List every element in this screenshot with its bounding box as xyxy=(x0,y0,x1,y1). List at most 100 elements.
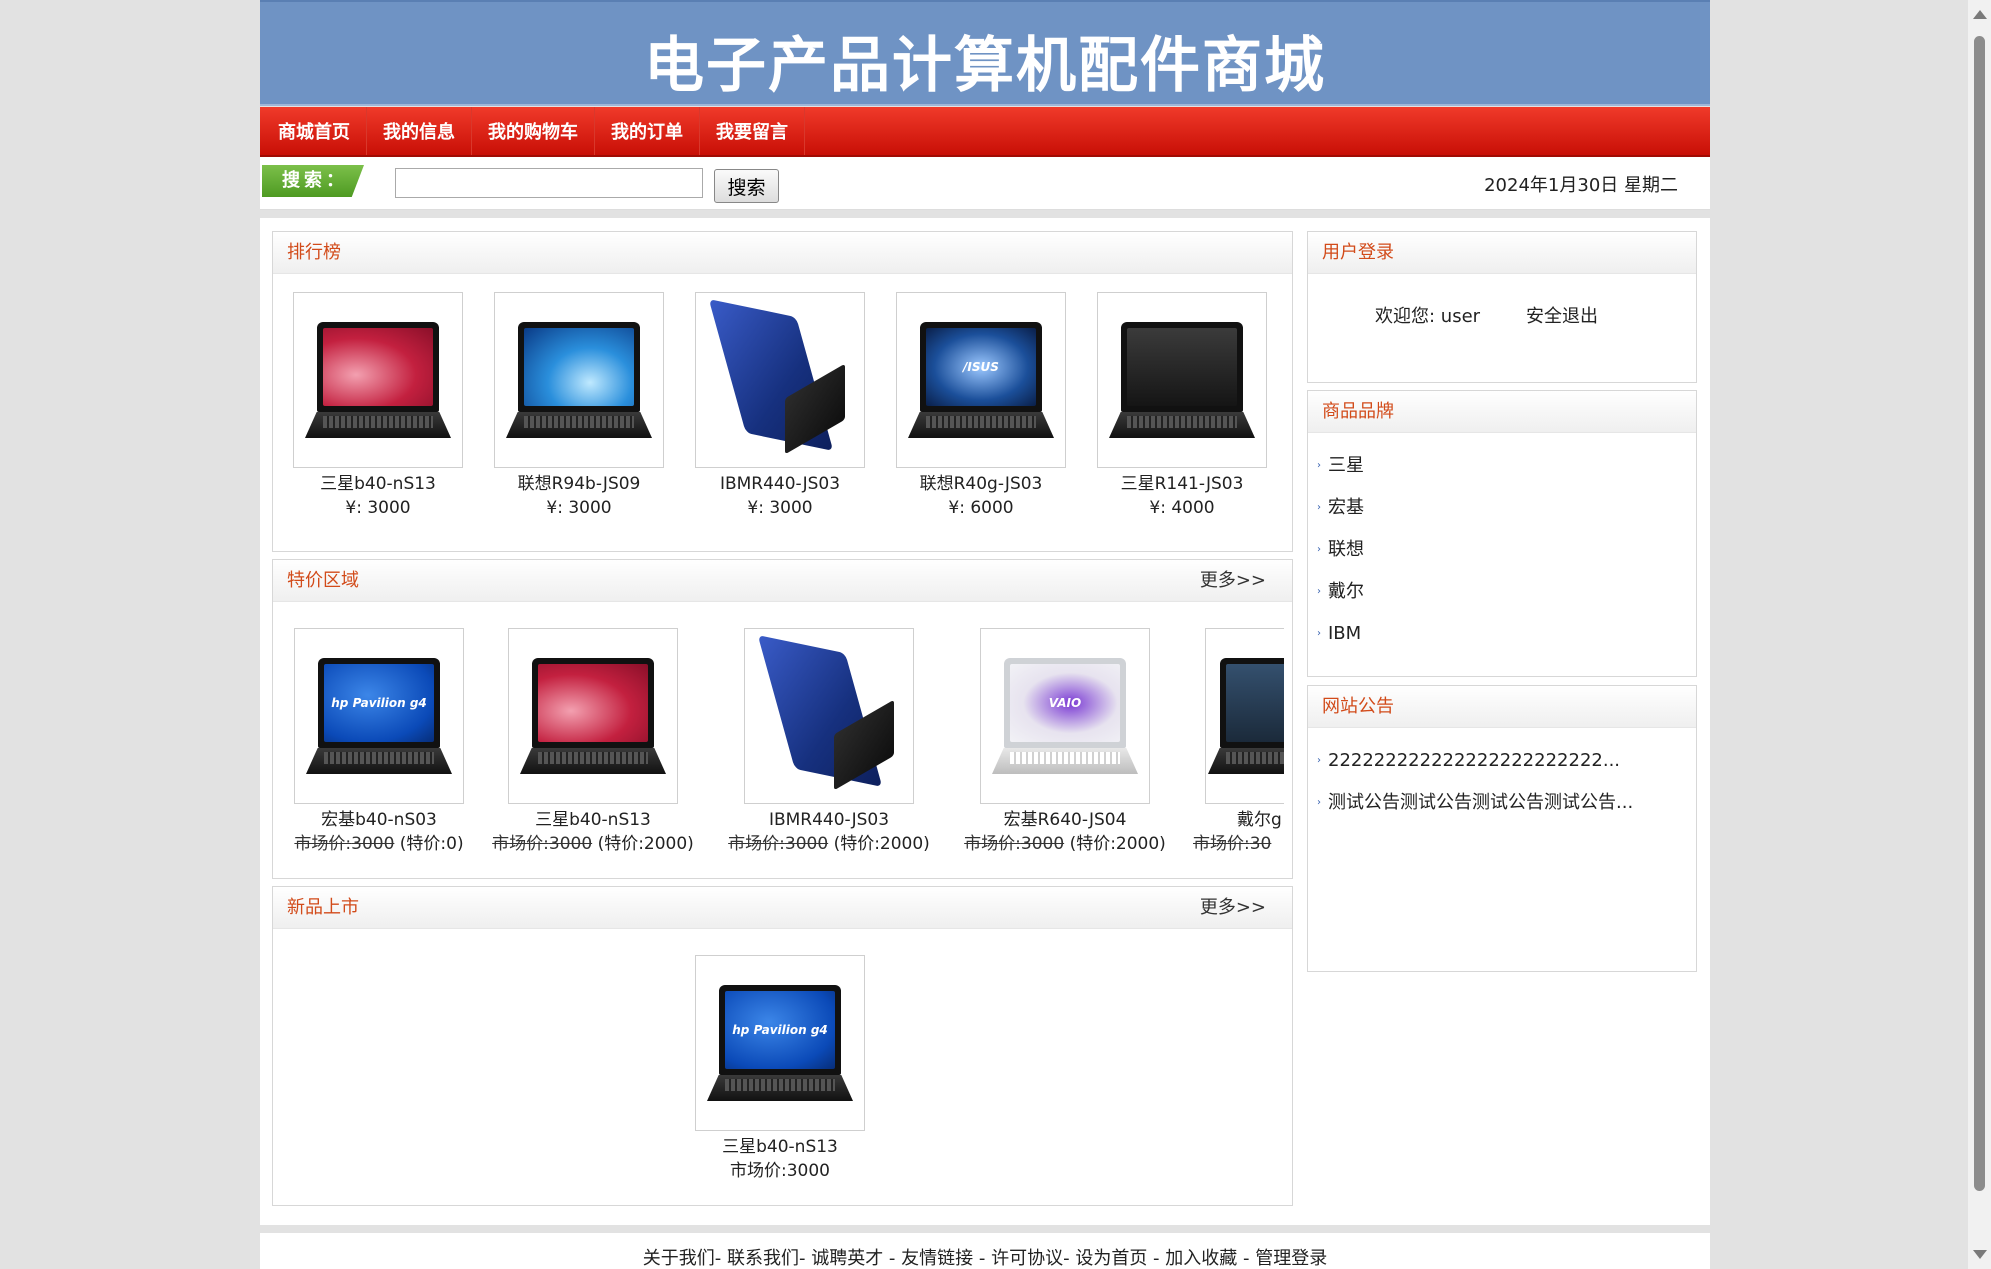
product-name[interactable]: 三星b40-nS13 xyxy=(291,472,465,496)
product-price: 市场价:3000 (特价:2000) xyxy=(955,832,1175,856)
new-arrivals-panel: 新品上市 更多>> hp Pavilion g4 三星b40-nS13 市场价:… xyxy=(272,886,1293,1206)
special-list: hp Pavilion g4 宏基b40-nS03 市场价:3000 (特价:0… xyxy=(273,602,1284,877)
site-title: 电子产品计算机配件商城 xyxy=(644,31,1326,101)
product-card[interactable]: /ISUS 联想R40g-JS03 ¥: 6000 xyxy=(894,292,1068,520)
ranking-title: 排行榜 xyxy=(287,242,341,263)
product-price: ¥: 3000 xyxy=(546,498,612,518)
footer-link-friends[interactable]: 友情链接 xyxy=(901,1248,973,1269)
logout-link[interactable]: 安全退出 xyxy=(1526,302,1598,328)
special-title: 特价区域 xyxy=(287,570,359,591)
scroll-down-arrow-icon[interactable] xyxy=(1973,1250,1987,1259)
product-card[interactable]: IBMR440-JS03 ¥: 3000 xyxy=(693,292,867,520)
special-price: (特价:2000) xyxy=(597,834,694,854)
scroll-thumb[interactable] xyxy=(1974,36,1985,1191)
brand-item[interactable]: › 戴尔 xyxy=(1308,571,1696,613)
product-price: ¥: 6000 xyxy=(948,498,1014,518)
market-price: 市场价:3000 xyxy=(964,834,1065,854)
product-image[interactable] xyxy=(695,292,865,468)
laptop-image-icon: VAIO xyxy=(990,652,1140,780)
bullet-arrow-icon: › xyxy=(1317,460,1321,471)
search-input[interactable] xyxy=(395,168,703,198)
product-price: 市场价:3000 (特价:2000) xyxy=(719,832,939,856)
vertical-scrollbar[interactable] xyxy=(1968,0,1991,1269)
product-image[interactable] xyxy=(1205,628,1284,804)
footer-link-set-home[interactable]: 设为首页 xyxy=(1075,1248,1147,1269)
product-card[interactable]: hp Pavilion g4 三星b40-nS13 市场价:3000 xyxy=(693,955,867,1183)
product-image[interactable] xyxy=(293,292,463,468)
nav-leave-message[interactable]: 我要留言 xyxy=(700,107,805,155)
product-name[interactable]: 三星b40-nS13 xyxy=(483,808,703,832)
notices-panel: 网站公告 › 222222222222222222222222... › 测试公告测… xyxy=(1307,685,1697,972)
footer-link-about[interactable]: 关于我们 xyxy=(643,1248,715,1269)
brand-item[interactable]: › IBM xyxy=(1308,613,1696,655)
laptop-image-icon xyxy=(504,316,654,444)
nav-my-orders[interactable]: 我的订单 xyxy=(595,107,700,155)
notice-item[interactable]: › 222222222222222222222222... xyxy=(1308,740,1696,782)
market-price: 市场价:3000 xyxy=(492,834,593,854)
scroll-up-arrow-icon[interactable] xyxy=(1973,10,1987,19)
product-image[interactable] xyxy=(494,292,664,468)
product-card[interactable]: 三星R141-JS03 ¥: 4000 xyxy=(1095,292,1269,520)
bullet-arrow-icon: › xyxy=(1317,755,1321,766)
nav-my-info[interactable]: 我的信息 xyxy=(367,107,472,155)
footer-link-careers[interactable]: 诚聘英才 xyxy=(811,1248,883,1269)
product-image[interactable] xyxy=(1097,292,1267,468)
notices-title: 网站公告 xyxy=(1322,696,1394,717)
product-name[interactable]: IBMR440-JS03 xyxy=(719,808,939,832)
product-image[interactable] xyxy=(744,628,914,804)
bullet-arrow-icon: › xyxy=(1317,502,1321,513)
ranking-panel: 排行榜 三星b40-nS13 ¥: 3000 联想R94b-JS09 ¥: 30… xyxy=(272,231,1293,552)
site-footer: 关于我们- 联系我们- 诚聘英才 - 友情链接 - 许可协议- 设为首页 - 加… xyxy=(260,1233,1710,1269)
product-image[interactable]: hp Pavilion g4 xyxy=(695,955,865,1131)
bullet-arrow-icon: › xyxy=(1317,544,1321,555)
brands-title: 商品品牌 xyxy=(1322,401,1394,422)
welcome-text: 欢迎您: user xyxy=(1375,306,1481,327)
product-name[interactable]: IBMR440-JS03 xyxy=(693,472,867,496)
notice-item[interactable]: › 测试公告测试公告测试公告测试公告... xyxy=(1308,782,1696,824)
product-card[interactable]: 联想R94b-JS09 ¥: 3000 xyxy=(492,292,666,520)
footer-link-admin[interactable]: 管理登录 xyxy=(1255,1248,1327,1269)
site-banner: 电子产品计算机配件商城 xyxy=(260,0,1710,106)
product-card[interactable]: VAIO 宏基R640-JS04 市场价:3000 (特价:2000) xyxy=(955,628,1175,856)
product-price: ¥: 3000 xyxy=(747,498,813,518)
special-more-link[interactable]: 更多>> xyxy=(1200,560,1266,602)
brand-item[interactable]: › 宏基 xyxy=(1308,487,1696,529)
brands-panel-header: 商品品牌 xyxy=(1308,391,1696,433)
product-image[interactable]: VAIO xyxy=(980,628,1150,804)
special-price: (特价:0) xyxy=(399,834,464,854)
product-name[interactable]: 三星b40-nS13 xyxy=(693,1135,867,1159)
laptop-image-icon xyxy=(1107,316,1257,444)
product-card[interactable]: 三星b40-nS13 ¥: 3000 xyxy=(291,292,465,520)
footer-link-contact[interactable]: 联系我们 xyxy=(727,1248,799,1269)
product-card[interactable]: hp Pavilion g4 宏基b40-nS03 市场价:3000 (特价:0… xyxy=(281,628,477,856)
product-name[interactable]: 戴尔g xyxy=(1193,808,1284,832)
nav-home[interactable]: 商城首页 xyxy=(260,107,367,155)
product-image[interactable] xyxy=(508,628,678,804)
brands-panel: 商品品牌 › 三星 › 宏基 › 联想 › 戴尔 › IBM xyxy=(1307,390,1697,677)
brand-item[interactable]: › 三星 xyxy=(1308,445,1696,487)
nav-my-cart[interactable]: 我的购物车 xyxy=(472,107,595,155)
product-card[interactable]: 三星b40-nS13 市场价:3000 (特价:2000) xyxy=(483,628,703,856)
search-button[interactable]: 搜索 xyxy=(714,169,779,203)
login-title: 用户登录 xyxy=(1322,242,1394,263)
user-login-panel: 用户登录 欢迎您: user 安全退出 xyxy=(1307,231,1697,383)
new-arrivals-more-link[interactable]: 更多>> xyxy=(1200,887,1266,929)
footer-link-license[interactable]: 许可协议 xyxy=(991,1248,1063,1269)
product-name[interactable]: 联想R40g-JS03 xyxy=(894,472,1068,496)
bullet-arrow-icon: › xyxy=(1317,628,1321,639)
product-name[interactable]: 宏基R640-JS04 xyxy=(955,808,1175,832)
product-card-partial[interactable]: 戴尔g 市场价:30 xyxy=(1193,628,1284,856)
laptop-image-icon xyxy=(518,652,668,780)
product-card[interactable]: IBMR440-JS03 市场价:3000 (特价:2000) xyxy=(719,628,939,856)
laptop-closed-image-icon xyxy=(754,635,904,791)
product-name[interactable]: 联想R94b-JS09 xyxy=(492,472,666,496)
product-image[interactable]: hp Pavilion g4 xyxy=(294,628,464,804)
brand-item[interactable]: › 联想 xyxy=(1308,529,1696,571)
ranking-panel-header: 排行榜 xyxy=(273,232,1292,274)
product-name[interactable]: 宏基b40-nS03 xyxy=(281,808,477,832)
notices-panel-header: 网站公告 xyxy=(1308,686,1696,728)
footer-link-bookmark[interactable]: 加入收藏 xyxy=(1165,1248,1237,1269)
product-name[interactable]: 三星R141-JS03 xyxy=(1095,472,1269,496)
product-price: 市场价:3000 (特价:2000) xyxy=(483,832,703,856)
product-image[interactable]: /ISUS xyxy=(896,292,1066,468)
